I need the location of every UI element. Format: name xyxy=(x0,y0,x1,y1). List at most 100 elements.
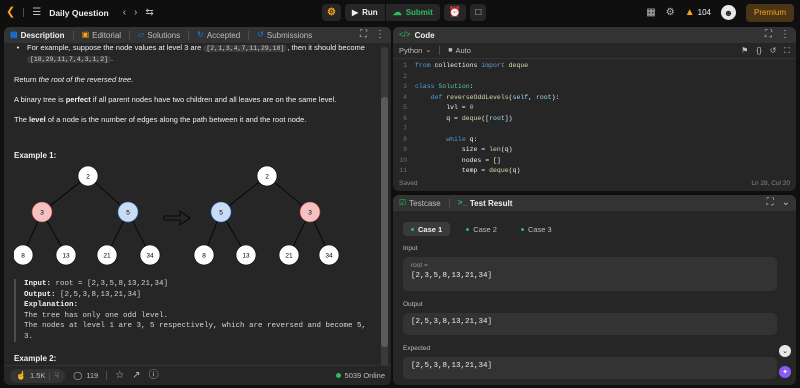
test-panel: ☑ Testcase >_ Test Result ⛶ ⌄ Case 1 Cas… xyxy=(393,195,796,385)
tree-node: 5 xyxy=(219,210,223,217)
flask-icon: ▱ xyxy=(138,30,145,39)
tab-description-label: Description xyxy=(20,30,65,40)
submit-button[interactable]: ☁ Submit xyxy=(386,4,440,21)
text: if all parent nodes have two children an… xyxy=(92,95,337,104)
avatar[interactable]: ☻ xyxy=(720,5,736,20)
help-icon[interactable]: ⓘ xyxy=(149,370,159,381)
line-number: 6 xyxy=(403,114,407,122)
code-line[interactable]: 9 size = len(q) xyxy=(393,145,796,156)
layout-grid-icon[interactable]: ▦ xyxy=(646,7,655,18)
case-label: Case 1 xyxy=(418,224,443,234)
notes-button[interactable]: □ xyxy=(470,4,487,21)
streak-counter[interactable]: ▲ 104 xyxy=(684,6,711,18)
line-number: 10 xyxy=(399,156,407,164)
run-button[interactable]: ▶ Run xyxy=(345,4,385,21)
code-line[interactable]: 6 q = deque([root]) xyxy=(393,114,796,125)
braces-icon[interactable]: {} xyxy=(756,46,761,55)
settings-gear-icon[interactable]: ⚙ xyxy=(666,7,675,18)
logo-icon[interactable]: ❮ xyxy=(6,7,15,18)
premium-button[interactable]: Premium xyxy=(745,3,794,22)
line-number: 8 xyxy=(403,135,407,143)
code-line[interactable]: 1 from collections import deque xyxy=(393,61,796,72)
tab-editorial-label: Editorial xyxy=(92,30,122,40)
scroll-down-icon[interactable]: ⌄ xyxy=(779,345,791,357)
debug-button[interactable]: ⚙ xyxy=(322,4,341,21)
text: . xyxy=(131,75,134,84)
text: of a node is the number of edges along t… xyxy=(47,115,307,124)
tree-node: 13 xyxy=(242,253,250,260)
reset-icon[interactable]: ↺ xyxy=(770,46,777,55)
collapse-icon[interactable]: ⌄ xyxy=(782,198,790,208)
pass-dot-icon xyxy=(411,227,414,231)
code-line[interactable]: 5 lvl = 0 xyxy=(393,103,796,114)
case-tab-1[interactable]: Case 1 xyxy=(403,222,451,236)
star-icon[interactable]: ☆ xyxy=(115,370,124,381)
text-bold: level xyxy=(29,115,46,124)
fire-icon: ▲ xyxy=(684,6,695,18)
code-line[interactable]: 7 xyxy=(393,124,796,135)
code-line[interactable]: 8 while q: xyxy=(393,135,796,146)
tree-diagram: 2 3 5 8 13 21 34 2 5 3 8 13 21 34 xyxy=(14,165,340,266)
code-line[interactable]: 3 class Solution: xyxy=(393,82,796,93)
tab-testcase[interactable]: ☑ Testcase xyxy=(399,199,441,208)
thumbs-down-icon[interactable]: ☟ xyxy=(54,371,59,380)
prev-problem-icon[interactable]: ‹ xyxy=(123,7,126,18)
page-title[interactable]: Daily Question xyxy=(49,8,109,18)
submit-label: Submit xyxy=(405,8,433,17)
online-count: 5039 Online xyxy=(344,371,385,380)
case-tab-3[interactable]: Case 3 xyxy=(513,222,560,236)
expected-section-label: Expected xyxy=(403,345,431,352)
explanation-line: The nodes at level 1 are 3, 5 respective… xyxy=(24,322,367,341)
code-text: def reverseOddLevels(self, root): xyxy=(430,93,560,101)
auto-toggle[interactable]: ■ Auto xyxy=(448,46,471,55)
expand-icon[interactable]: ⛶ xyxy=(767,198,774,208)
tree-node: 21 xyxy=(285,253,293,260)
code-line[interactable]: 10 nodes = [] xyxy=(393,156,796,167)
tab-description[interactable]: ▤ Description xyxy=(10,31,65,40)
line-number: 1 xyxy=(403,62,407,69)
maximize-icon[interactable]: ⛶ xyxy=(360,30,367,40)
tab-editorial[interactable]: ▣ Editorial xyxy=(82,31,121,40)
tab-accepted[interactable]: ↻ Accepted xyxy=(197,31,240,40)
example-2-title: Example 2: xyxy=(14,354,57,363)
code-text: lvl = 0 xyxy=(415,104,474,111)
more-icon[interactable]: ⋮ xyxy=(780,30,790,40)
tab-accepted-label: Accepted xyxy=(206,30,241,40)
fullscreen-icon[interactable]: ⛶ xyxy=(784,46,790,55)
code-editor[interactable]: 1 from collections import deque 2 3 class So… xyxy=(393,61,796,174)
case-tab-2[interactable]: Case 2 xyxy=(458,222,505,236)
tab-submissions[interactable]: ↺ Submissions xyxy=(257,31,312,40)
expected-box: [2,5,3,8,13,21,34] xyxy=(403,357,777,379)
tab-solutions[interactable]: ▱ Solutions xyxy=(138,31,180,40)
like-button[interactable]: ☝ 1.5K ☟ xyxy=(10,368,66,383)
timer-button[interactable]: ⏰ xyxy=(443,4,467,21)
description-scrollbar[interactable] xyxy=(381,47,388,367)
output-label: Output: xyxy=(24,290,56,299)
maximize-icon[interactable]: ⛶ xyxy=(765,30,772,40)
code-text: from collections import deque xyxy=(415,62,529,69)
code-status-bar: Saved Ln 28, Col 20 xyxy=(393,175,796,191)
next-problem-icon[interactable]: › xyxy=(134,7,137,18)
bookmark-icon[interactable]: ⚑ xyxy=(741,46,748,55)
shuffle-icon[interactable]: ⇆ xyxy=(145,7,153,18)
thumbs-up-icon: ☝ xyxy=(16,370,26,380)
code-line[interactable]: 4 def reverseOddLevels(self, root): xyxy=(393,93,796,104)
clock-icon: ↺ xyxy=(257,30,264,39)
description-content: • For example, suppose the node values a… xyxy=(4,43,382,385)
divider xyxy=(23,8,25,17)
share-icon[interactable]: ↗ xyxy=(132,370,140,381)
tab-test-result[interactable]: >_ Test Result xyxy=(458,199,513,208)
input-box[interactable]: root = [2,3,5,8,13,21,34] xyxy=(403,257,777,291)
language-select[interactable]: Python ⌄ xyxy=(399,46,431,55)
assistant-icon[interactable]: ✦ xyxy=(779,366,791,378)
right-tree: 2 5 3 8 13 21 34 xyxy=(193,165,340,266)
bullet-text: For example, suppose the node values at … xyxy=(27,43,202,52)
example-1-title: Example 1: xyxy=(14,151,57,160)
code-line[interactable]: 2 xyxy=(393,72,796,83)
problem-list-icon[interactable]: ☰ xyxy=(32,7,41,18)
code-panel: </> Code ⛶ ⋮ Python ⌄ ■ Auto ⚑ {} ↺ ⛶ 1 f… xyxy=(393,27,796,191)
comments-button[interactable]: ◯ 119 xyxy=(73,371,98,380)
more-icon[interactable]: ⋮ xyxy=(375,30,385,40)
line-number: 7 xyxy=(403,125,407,132)
run-label: Run xyxy=(362,8,378,17)
